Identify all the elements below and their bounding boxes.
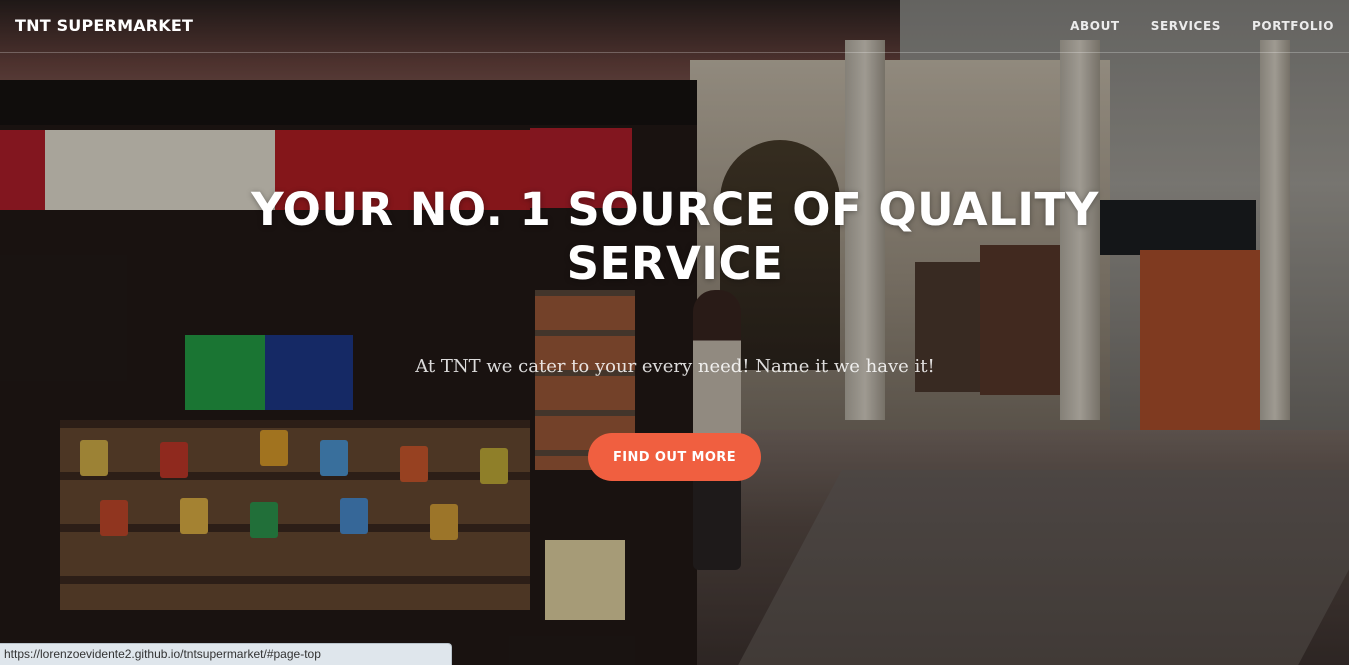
brand-link[interactable]: TNT SUPERMARKET [15,16,193,35]
image-overlay [0,0,1349,665]
find-out-more-button[interactable]: FIND OUT MORE [588,433,761,481]
top-navbar: TNT SUPERMARKET ABOUT SERVICES PORTFOLIO [0,0,1349,53]
hero-background-image [0,0,1349,665]
hero-subtitle: At TNT we cater to your every need! Name… [415,356,935,377]
nav-link-portfolio[interactable]: PORTFOLIO [1252,19,1334,33]
nav-link-services[interactable]: SERVICES [1151,19,1221,33]
nav-menu: ABOUT SERVICES PORTFOLIO [1070,19,1334,33]
hero-title: YOUR NO. 1 SOURCE OF QUALITY SERVICE [251,183,1099,290]
browser-status-url: https://lorenzoevidente2.github.io/tntsu… [0,643,452,665]
nav-link-about[interactable]: ABOUT [1070,19,1120,33]
